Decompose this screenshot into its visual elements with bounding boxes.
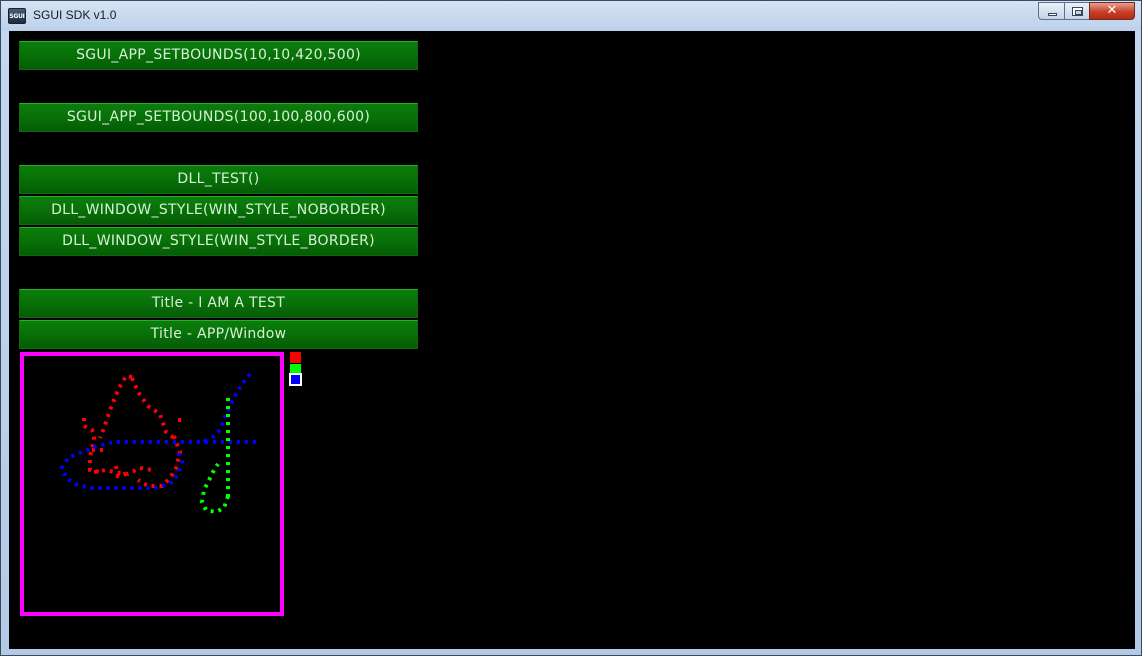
dll-test-button[interactable]: DLL_TEST() (19, 165, 418, 194)
minimize-button[interactable] (1038, 2, 1064, 20)
close-icon: ✕ (1106, 3, 1118, 18)
drawing-strokes (59, 372, 256, 515)
title-app-window-button[interactable]: Title - APP/Window (19, 320, 418, 349)
window-style-noborder-button[interactable]: DLL_WINDOW_STYLE(WIN_STYLE_NOBORDER) (19, 196, 418, 225)
red-color-swatch[interactable] (290, 352, 301, 363)
setbounds-large-button[interactable]: SGUI_APP_SETBOUNDS(100,100,800,600) (19, 103, 418, 132)
app-icon: SGUI (8, 8, 26, 24)
drawing-canvas[interactable] (20, 352, 284, 616)
red-stroke (82, 373, 186, 488)
title-bar[interactable]: SGUI SGUI SDK v1.0 ✕ (1, 1, 1141, 31)
close-button[interactable]: ✕ (1089, 2, 1135, 20)
blue-color-swatch[interactable] (289, 373, 302, 386)
title-test-button[interactable]: Title - I AM A TEST (19, 289, 418, 318)
app-window: SGUI SGUI SDK v1.0 ✕ SGUI_APP_SETBOUNDS(… (0, 0, 1142, 656)
window-style-border-button[interactable]: DLL_WINDOW_STYLE(WIN_STYLE_BORDER) (19, 227, 418, 256)
restore-icon (1072, 7, 1083, 16)
window-controls: ✕ (1038, 2, 1135, 22)
minimize-icon (1048, 13, 1057, 16)
maximize-button[interactable] (1064, 2, 1089, 20)
client-area: SGUI_APP_SETBOUNDS(10,10,420,500) SGUI_A… (9, 31, 1135, 649)
window-title: SGUI SDK v1.0 (33, 8, 117, 22)
setbounds-small-button[interactable]: SGUI_APP_SETBOUNDS(10,10,420,500) (19, 41, 418, 70)
